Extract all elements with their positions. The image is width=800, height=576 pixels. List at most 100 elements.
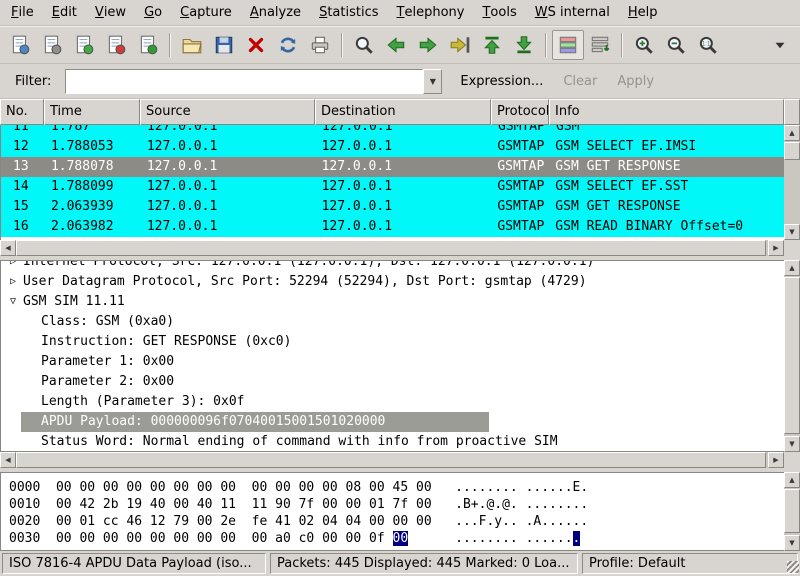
packet-list-hscrollbar[interactable]: ◀ ▶ xyxy=(0,240,784,256)
menu-ws-internal[interactable]: WS internal xyxy=(526,0,619,25)
menu-help[interactable]: Help xyxy=(619,0,667,25)
detail-row[interactable]: ▷Internet Protocol, Src: 127.0.0.1 (127.… xyxy=(1,260,784,272)
clear-button[interactable]: Clear xyxy=(553,70,607,93)
open-button[interactable] xyxy=(176,30,208,60)
column-header-info[interactable]: Info xyxy=(549,99,784,125)
detail-row[interactable]: ▷User Datagram Protocol, Src Port: 52294… xyxy=(1,272,784,292)
scroll-right-button[interactable]: ▶ xyxy=(768,240,784,256)
hex-row[interactable]: 0010 00 42 2b 19 40 00 40 11 11 90 7f 00… xyxy=(9,496,588,513)
scroll-down-button[interactable]: ▼ xyxy=(784,535,800,551)
back-button[interactable] xyxy=(380,30,412,60)
details-hscrollbar[interactable]: ◀ ▶ xyxy=(0,452,784,468)
scroll-up-button[interactable]: ▲ xyxy=(784,472,800,488)
packet-row-clipped[interactable]: 111.787127.0.0.1127.0.0.1GSMTAPGSM xyxy=(1,125,784,137)
goto-bottom-button[interactable] xyxy=(508,30,540,60)
scroll-left-button[interactable]: ◀ xyxy=(0,452,16,468)
colorize-button[interactable] xyxy=(552,30,584,60)
filter-button[interactable]: Filter: xyxy=(5,70,61,93)
column-header-destination[interactable]: Destination xyxy=(315,99,491,125)
forward-button[interactable] xyxy=(412,30,444,60)
capture-start-button[interactable] xyxy=(68,30,100,60)
interfaces-button[interactable] xyxy=(4,30,36,60)
packet-row[interactable]: 162.063982127.0.0.1127.0.0.1GSMTAPGSM RE… xyxy=(1,217,784,237)
hex-row[interactable]: 0000 00 00 00 00 00 00 00 00 00 00 00 00… xyxy=(9,479,588,496)
expression-button[interactable]: Expression... xyxy=(450,70,553,93)
toolbar-overflow-button[interactable] xyxy=(764,30,796,60)
menu-analyze[interactable]: Analyze xyxy=(241,0,310,25)
capture-options-button[interactable] xyxy=(36,30,68,60)
column-header-time[interactable]: Time xyxy=(44,99,140,125)
packet-row[interactable]: 121.788053127.0.0.1127.0.0.1GSMTAPGSM SE… xyxy=(1,137,784,157)
spacer xyxy=(408,531,455,546)
column-header-source[interactable]: Source xyxy=(140,99,315,125)
packet-list-vscrollbar[interactable]: ▲ ▼ xyxy=(784,125,800,240)
expand-arrow-icon[interactable]: ▷ xyxy=(7,260,19,272)
goto-top-button[interactable] xyxy=(476,30,508,60)
hex-offset: 0020 xyxy=(9,514,40,529)
scroll-up-button[interactable]: ▲ xyxy=(784,260,800,276)
detail-row[interactable]: Parameter 1: 0x00 xyxy=(1,352,784,372)
collapse-arrow-icon[interactable]: ▽ xyxy=(7,292,19,312)
menu-telephony[interactable]: Telephony xyxy=(388,0,474,25)
menu-statistics[interactable]: Statistics xyxy=(310,0,387,25)
autoscroll-button[interactable] xyxy=(584,30,616,60)
reload-button[interactable] xyxy=(272,30,304,60)
hex-row[interactable]: 0020 00 01 cc 46 12 79 00 2e fe 41 02 04… xyxy=(9,513,588,530)
zoom-in-button[interactable] xyxy=(628,30,660,60)
menu-capture[interactable]: Capture xyxy=(171,0,241,25)
toolbar-separator xyxy=(341,33,343,57)
capture-start-icon xyxy=(73,34,95,56)
detail-row[interactable]: Length (Parameter 3): 0x0f xyxy=(1,392,784,412)
column-header-no[interactable]: No. xyxy=(0,99,44,125)
menu-go[interactable]: Go xyxy=(135,0,171,25)
scroll-left-button[interactable]: ◀ xyxy=(0,240,16,256)
zoom-original-button[interactable]: 1:1 xyxy=(692,30,724,60)
detail-row[interactable]: Status Word: Normal ending of command wi… xyxy=(1,432,784,452)
detail-row[interactable]: Instruction: GET RESPONSE (0xc0) xyxy=(1,332,784,352)
zoom-out-button[interactable] xyxy=(660,30,692,60)
packet-row[interactable]: 111.787127.0.0.1127.0.0.1GSMTAPGSM xyxy=(1,125,784,137)
scroll-right-button[interactable]: ▶ xyxy=(768,452,784,468)
menu-tools[interactable]: Tools xyxy=(473,0,525,25)
hex-row[interactable]: 0030 00 00 00 00 00 00 00 00 00 a0 c0 00… xyxy=(9,530,580,547)
detail-row[interactable]: Parameter 2: 0x00 xyxy=(1,372,784,392)
detail-row[interactable]: ▽GSM SIM 11.11 xyxy=(1,292,784,312)
scrollbar-thumb[interactable] xyxy=(16,452,766,468)
menu-file[interactable]: File xyxy=(2,0,43,25)
hex-vscrollbar[interactable]: ▲ ▼ xyxy=(784,472,800,551)
scrollbar-thumb[interactable] xyxy=(16,240,766,256)
close-button[interactable] xyxy=(240,30,272,60)
resize-grip[interactable] xyxy=(787,561,799,573)
scrollbar-thumb[interactable] xyxy=(784,277,800,434)
capture-stop-button[interactable] xyxy=(100,30,132,60)
filter-dropdown-button[interactable]: ▼ xyxy=(423,69,442,94)
filter-input[interactable] xyxy=(65,69,423,94)
packet-row[interactable]: 152.063939127.0.0.1127.0.0.1GSMTAPGSM GE… xyxy=(1,197,784,217)
status-profile[interactable]: Profile: Default xyxy=(582,553,798,574)
detail-row[interactable]: Class: GSM (0xa0) xyxy=(1,312,784,332)
scroll-down-button[interactable]: ▼ xyxy=(784,436,800,452)
column-header-protocol[interactable]: Protocol xyxy=(491,99,549,125)
find-button[interactable] xyxy=(348,30,380,60)
detail-row[interactable]: APDU Payload: 000000096f0704001500150102… xyxy=(1,412,784,432)
scroll-down-button[interactable]: ▼ xyxy=(784,224,800,240)
selected-ascii[interactable]: . xyxy=(573,531,581,546)
scrollbar-thumb[interactable] xyxy=(784,142,800,160)
packet-row[interactable]: 131.788078127.0.0.1127.0.0.1GSMTAPGSM GE… xyxy=(1,157,784,177)
menu-edit[interactable]: Edit xyxy=(43,0,86,25)
details-vscrollbar[interactable]: ▲ ▼ xyxy=(784,260,800,452)
scroll-up-button[interactable]: ▲ xyxy=(784,125,800,141)
print-button[interactable] xyxy=(304,30,336,60)
apply-button[interactable]: Apply xyxy=(607,70,664,93)
scroll-right-icon: ▶ xyxy=(773,456,778,464)
save-button[interactable] xyxy=(208,30,240,60)
menu-view[interactable]: View xyxy=(86,0,135,25)
selected-byte[interactable]: 00 xyxy=(393,531,409,546)
filter-bar: Filter: ▼ Expression... Clear Apply xyxy=(0,64,800,99)
capture-restart-button[interactable] xyxy=(132,30,164,60)
goto-packet-button[interactable] xyxy=(444,30,476,60)
scrollbar-thumb[interactable] xyxy=(784,489,800,533)
packet-row[interactable]: 141.788099127.0.0.1127.0.0.1GSMTAPGSM SE… xyxy=(1,177,784,197)
cell-source: 127.0.0.1 xyxy=(141,197,316,217)
expand-arrow-icon[interactable]: ▷ xyxy=(7,272,19,292)
